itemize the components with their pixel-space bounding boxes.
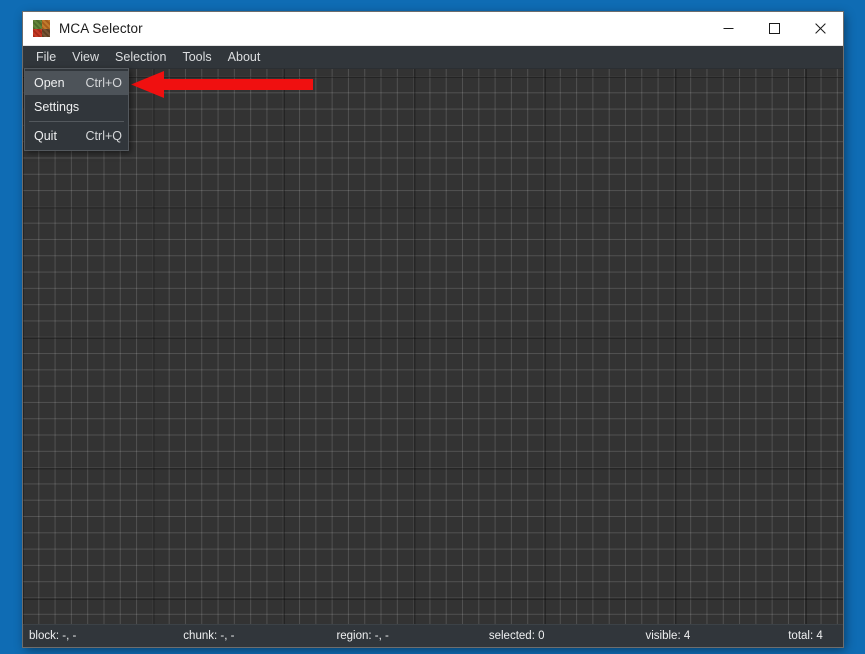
- menu-tools[interactable]: Tools: [174, 47, 219, 68]
- menu-item-settings-label: Settings: [34, 100, 80, 114]
- status-selected: selected: 0: [488, 630, 545, 642]
- menu-item-open-label: Open: [34, 76, 65, 90]
- status-block: block: -, -: [29, 630, 77, 642]
- menu-item-settings[interactable]: Settings: [25, 95, 128, 119]
- menu-selection[interactable]: Selection: [107, 47, 174, 68]
- menu-item-open-shortcut: Ctrl+O: [85, 76, 122, 90]
- close-button[interactable]: [797, 13, 843, 45]
- window-title: MCA Selector: [59, 21, 143, 36]
- status-chunk: chunk: -, -: [183, 630, 235, 642]
- status-total: total: 4: [788, 630, 823, 642]
- annotation-arrow-icon: [131, 71, 313, 98]
- menu-item-quit-label: Quit: [34, 129, 57, 143]
- minimize-button[interactable]: [705, 13, 751, 45]
- title-bar: MCA Selector: [23, 12, 843, 46]
- mca-selector-icon: [33, 20, 50, 37]
- status-bar: block: -, - chunk: -, - region: -, - sel…: [23, 624, 843, 647]
- menu-separator: [29, 121, 124, 122]
- map-grid-canvas[interactable]: [23, 68, 843, 625]
- menu-item-quit-shortcut: Ctrl+Q: [85, 129, 122, 143]
- application-window: MCA Selector File View Selection Tools A…: [23, 12, 843, 647]
- menu-item-open[interactable]: Open Ctrl+O: [25, 71, 128, 95]
- file-menu-dropdown: Open Ctrl+O Settings Quit Ctrl+Q: [24, 68, 129, 151]
- menu-item-quit[interactable]: Quit Ctrl+Q: [25, 124, 128, 148]
- menu-about[interactable]: About: [220, 47, 269, 68]
- menu-view[interactable]: View: [64, 47, 107, 68]
- maximize-button[interactable]: [751, 13, 797, 45]
- status-visible: visible: 4: [645, 630, 691, 642]
- desktop-background: MCA Selector File View Selection Tools A…: [0, 0, 865, 654]
- menu-file[interactable]: File: [28, 46, 65, 68]
- status-region: region: -, -: [336, 630, 389, 642]
- menu-bar: File View Selection Tools About: [23, 46, 843, 69]
